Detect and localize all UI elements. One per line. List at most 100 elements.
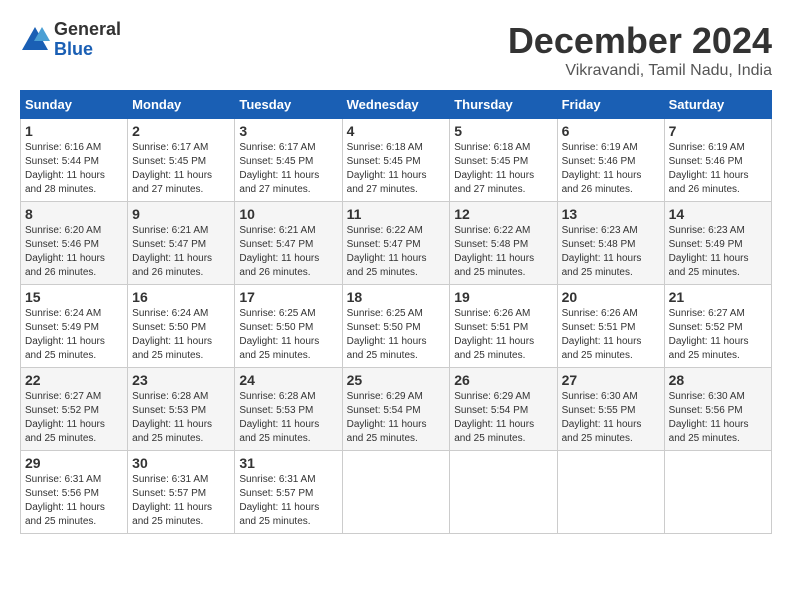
day-info: Sunrise: 6:29 AMSunset: 5:54 PMDaylight:… bbox=[454, 391, 534, 444]
logo-general: General bbox=[54, 20, 121, 40]
day-info: Sunrise: 6:23 AMSunset: 5:49 PMDaylight:… bbox=[669, 225, 749, 278]
day-number: 2 bbox=[132, 123, 230, 139]
calendar-body: 1 Sunrise: 6:16 AMSunset: 5:44 PMDayligh… bbox=[21, 119, 772, 534]
table-row: 18 Sunrise: 6:25 AMSunset: 5:50 PMDaylig… bbox=[342, 285, 450, 368]
table-row: 8 Sunrise: 6:20 AMSunset: 5:46 PMDayligh… bbox=[21, 202, 128, 285]
month-title: December 2024 bbox=[508, 20, 772, 62]
table-row: 3 Sunrise: 6:17 AMSunset: 5:45 PMDayligh… bbox=[235, 119, 342, 202]
table-row: 13 Sunrise: 6:23 AMSunset: 5:48 PMDaylig… bbox=[557, 202, 664, 285]
table-row: 29 Sunrise: 6:31 AMSunset: 5:56 PMDaylig… bbox=[21, 451, 128, 534]
day-number: 22 bbox=[25, 372, 123, 388]
table-row: 5 Sunrise: 6:18 AMSunset: 5:45 PMDayligh… bbox=[450, 119, 557, 202]
day-info: Sunrise: 6:17 AMSunset: 5:45 PMDaylight:… bbox=[132, 142, 212, 195]
day-number: 7 bbox=[669, 123, 767, 139]
day-info: Sunrise: 6:28 AMSunset: 5:53 PMDaylight:… bbox=[239, 391, 319, 444]
logo-icon bbox=[20, 25, 50, 55]
table-row bbox=[664, 451, 771, 534]
header-saturday: Saturday bbox=[664, 91, 771, 119]
day-info: Sunrise: 6:31 AMSunset: 5:57 PMDaylight:… bbox=[132, 474, 212, 527]
day-number: 30 bbox=[132, 455, 230, 471]
table-row: 28 Sunrise: 6:30 AMSunset: 5:56 PMDaylig… bbox=[664, 368, 771, 451]
day-number: 25 bbox=[347, 372, 446, 388]
day-info: Sunrise: 6:19 AMSunset: 5:46 PMDaylight:… bbox=[669, 142, 749, 195]
day-number: 20 bbox=[562, 289, 660, 305]
day-info: Sunrise: 6:21 AMSunset: 5:47 PMDaylight:… bbox=[239, 225, 319, 278]
day-info: Sunrise: 6:26 AMSunset: 5:51 PMDaylight:… bbox=[562, 308, 642, 361]
day-number: 18 bbox=[347, 289, 446, 305]
table-row: 14 Sunrise: 6:23 AMSunset: 5:49 PMDaylig… bbox=[664, 202, 771, 285]
day-info: Sunrise: 6:30 AMSunset: 5:55 PMDaylight:… bbox=[562, 391, 642, 444]
day-info: Sunrise: 6:21 AMSunset: 5:47 PMDaylight:… bbox=[132, 225, 212, 278]
logo-blue: Blue bbox=[54, 40, 121, 60]
day-number: 16 bbox=[132, 289, 230, 305]
table-row bbox=[450, 451, 557, 534]
day-number: 15 bbox=[25, 289, 123, 305]
day-number: 9 bbox=[132, 206, 230, 222]
day-number: 1 bbox=[25, 123, 123, 139]
table-row: 24 Sunrise: 6:28 AMSunset: 5:53 PMDaylig… bbox=[235, 368, 342, 451]
day-info: Sunrise: 6:17 AMSunset: 5:45 PMDaylight:… bbox=[239, 142, 319, 195]
table-row bbox=[342, 451, 450, 534]
day-number: 23 bbox=[132, 372, 230, 388]
calendar-row: 15 Sunrise: 6:24 AMSunset: 5:49 PMDaylig… bbox=[21, 285, 772, 368]
day-info: Sunrise: 6:31 AMSunset: 5:57 PMDaylight:… bbox=[239, 474, 319, 527]
day-info: Sunrise: 6:19 AMSunset: 5:46 PMDaylight:… bbox=[562, 142, 642, 195]
header-friday: Friday bbox=[557, 91, 664, 119]
table-row: 30 Sunrise: 6:31 AMSunset: 5:57 PMDaylig… bbox=[128, 451, 235, 534]
header-sunday: Sunday bbox=[21, 91, 128, 119]
day-number: 11 bbox=[347, 206, 446, 222]
page-header: General Blue December 2024 Vikravandi, T… bbox=[20, 20, 772, 80]
header-monday: Monday bbox=[128, 91, 235, 119]
day-number: 31 bbox=[239, 455, 337, 471]
calendar-row: 22 Sunrise: 6:27 AMSunset: 5:52 PMDaylig… bbox=[21, 368, 772, 451]
table-row: 17 Sunrise: 6:25 AMSunset: 5:50 PMDaylig… bbox=[235, 285, 342, 368]
day-info: Sunrise: 6:25 AMSunset: 5:50 PMDaylight:… bbox=[347, 308, 427, 361]
day-number: 3 bbox=[239, 123, 337, 139]
location-subtitle: Vikravandi, Tamil Nadu, India bbox=[508, 62, 772, 80]
day-info: Sunrise: 6:16 AMSunset: 5:44 PMDaylight:… bbox=[25, 142, 105, 195]
table-row: 23 Sunrise: 6:28 AMSunset: 5:53 PMDaylig… bbox=[128, 368, 235, 451]
day-number: 10 bbox=[239, 206, 337, 222]
table-row: 19 Sunrise: 6:26 AMSunset: 5:51 PMDaylig… bbox=[450, 285, 557, 368]
day-number: 26 bbox=[454, 372, 552, 388]
table-row: 9 Sunrise: 6:21 AMSunset: 5:47 PMDayligh… bbox=[128, 202, 235, 285]
table-row: 20 Sunrise: 6:26 AMSunset: 5:51 PMDaylig… bbox=[557, 285, 664, 368]
day-info: Sunrise: 6:24 AMSunset: 5:49 PMDaylight:… bbox=[25, 308, 105, 361]
logo: General Blue bbox=[20, 20, 121, 60]
day-number: 12 bbox=[454, 206, 552, 222]
table-row: 21 Sunrise: 6:27 AMSunset: 5:52 PMDaylig… bbox=[664, 285, 771, 368]
table-row: 22 Sunrise: 6:27 AMSunset: 5:52 PMDaylig… bbox=[21, 368, 128, 451]
day-number: 19 bbox=[454, 289, 552, 305]
day-info: Sunrise: 6:29 AMSunset: 5:54 PMDaylight:… bbox=[347, 391, 427, 444]
calendar-header: Sunday Monday Tuesday Wednesday Thursday… bbox=[21, 91, 772, 119]
day-info: Sunrise: 6:26 AMSunset: 5:51 PMDaylight:… bbox=[454, 308, 534, 361]
day-info: Sunrise: 6:25 AMSunset: 5:50 PMDaylight:… bbox=[239, 308, 319, 361]
table-row: 7 Sunrise: 6:19 AMSunset: 5:46 PMDayligh… bbox=[664, 119, 771, 202]
table-row: 1 Sunrise: 6:16 AMSunset: 5:44 PMDayligh… bbox=[21, 119, 128, 202]
day-info: Sunrise: 6:18 AMSunset: 5:45 PMDaylight:… bbox=[347, 142, 427, 195]
table-row: 27 Sunrise: 6:30 AMSunset: 5:55 PMDaylig… bbox=[557, 368, 664, 451]
table-row: 26 Sunrise: 6:29 AMSunset: 5:54 PMDaylig… bbox=[450, 368, 557, 451]
table-row: 6 Sunrise: 6:19 AMSunset: 5:46 PMDayligh… bbox=[557, 119, 664, 202]
table-row: 2 Sunrise: 6:17 AMSunset: 5:45 PMDayligh… bbox=[128, 119, 235, 202]
header-thursday: Thursday bbox=[450, 91, 557, 119]
calendar-table: Sunday Monday Tuesday Wednesday Thursday… bbox=[20, 90, 772, 534]
day-number: 28 bbox=[669, 372, 767, 388]
table-row bbox=[557, 451, 664, 534]
day-info: Sunrise: 6:27 AMSunset: 5:52 PMDaylight:… bbox=[669, 308, 749, 361]
day-info: Sunrise: 6:22 AMSunset: 5:48 PMDaylight:… bbox=[454, 225, 534, 278]
day-info: Sunrise: 6:27 AMSunset: 5:52 PMDaylight:… bbox=[25, 391, 105, 444]
day-info: Sunrise: 6:28 AMSunset: 5:53 PMDaylight:… bbox=[132, 391, 212, 444]
logo-text: General Blue bbox=[54, 20, 121, 60]
day-info: Sunrise: 6:18 AMSunset: 5:45 PMDaylight:… bbox=[454, 142, 534, 195]
day-number: 29 bbox=[25, 455, 123, 471]
header-row: Sunday Monday Tuesday Wednesday Thursday… bbox=[21, 91, 772, 119]
day-number: 13 bbox=[562, 206, 660, 222]
title-section: December 2024 Vikravandi, Tamil Nadu, In… bbox=[508, 20, 772, 80]
calendar-row: 8 Sunrise: 6:20 AMSunset: 5:46 PMDayligh… bbox=[21, 202, 772, 285]
day-number: 5 bbox=[454, 123, 552, 139]
day-info: Sunrise: 6:20 AMSunset: 5:46 PMDaylight:… bbox=[25, 225, 105, 278]
table-row: 12 Sunrise: 6:22 AMSunset: 5:48 PMDaylig… bbox=[450, 202, 557, 285]
day-info: Sunrise: 6:30 AMSunset: 5:56 PMDaylight:… bbox=[669, 391, 749, 444]
day-number: 14 bbox=[669, 206, 767, 222]
